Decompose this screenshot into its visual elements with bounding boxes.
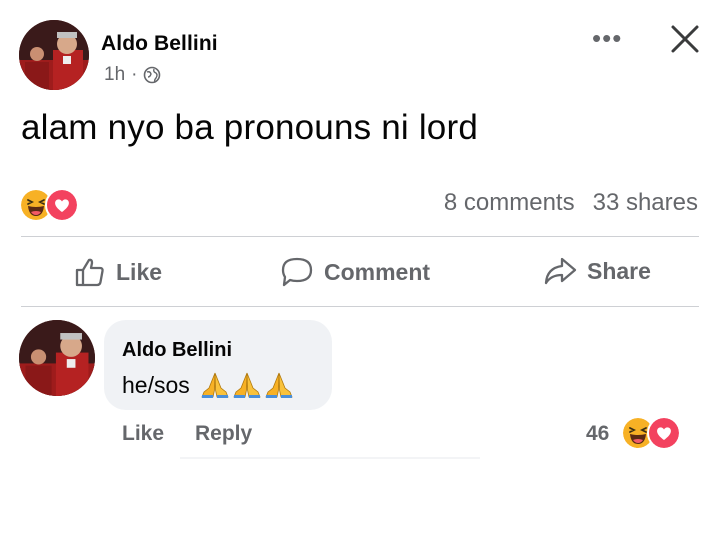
post-time[interactable]: 1h: [104, 64, 125, 86]
bottom-fade-line: [180, 457, 480, 459]
avatar-photo: [19, 320, 95, 396]
love-heart-icon: [647, 416, 681, 450]
close-icon: [671, 25, 699, 53]
post-reactions-summary[interactable]: [19, 188, 79, 222]
share-button[interactable]: Share: [543, 256, 651, 286]
comment-like-button[interactable]: Like: [122, 422, 164, 446]
post-counts: 8 comments 33 shares: [444, 189, 698, 217]
divider-top: [21, 236, 699, 237]
comment-reactions[interactable]: [621, 416, 681, 450]
meta-separator: ·: [131, 64, 138, 85]
post-author-name[interactable]: Aldo Bellini: [101, 32, 218, 56]
share-arrow-icon: [544, 257, 577, 285]
like-thumb-icon: [75, 258, 104, 287]
post-author-avatar[interactable]: [19, 20, 89, 90]
comment-button[interactable]: Comment: [280, 256, 430, 288]
shares-count[interactable]: 33 shares: [593, 189, 698, 217]
love-heart-icon: [45, 188, 79, 222]
like-label: Like: [116, 258, 163, 285]
divider-bottom: [21, 306, 699, 307]
comment-reaction-count[interactable]: 46: [586, 422, 609, 446]
comment-text-body: he/sos: [122, 371, 190, 398]
folded-hands-icon: [201, 372, 229, 398]
avatar-photo: [19, 20, 89, 90]
more-options-button[interactable]: •••: [592, 25, 622, 51]
close-button[interactable]: [668, 22, 702, 56]
comment-text: he/sos: [122, 370, 294, 400]
comment-bubble-icon: [281, 257, 313, 287]
comment-label: Comment: [324, 258, 431, 285]
share-label: Share: [587, 257, 651, 284]
like-button[interactable]: Like: [74, 256, 162, 288]
post-meta: 1h ·: [104, 64, 161, 86]
comment-author-avatar[interactable]: [19, 320, 95, 396]
globe-icon: [144, 66, 161, 84]
comments-count[interactable]: 8 comments: [444, 189, 575, 217]
comment-author-name[interactable]: Aldo Bellini: [122, 339, 232, 362]
comment-reply-button[interactable]: Reply: [195, 422, 252, 446]
more-dots-icon: •••: [592, 23, 623, 53]
post-text: alam nyo ba pronouns ni lord: [21, 108, 478, 147]
folded-hands-icon: [233, 372, 261, 398]
folded-hands-icon: [265, 372, 293, 398]
